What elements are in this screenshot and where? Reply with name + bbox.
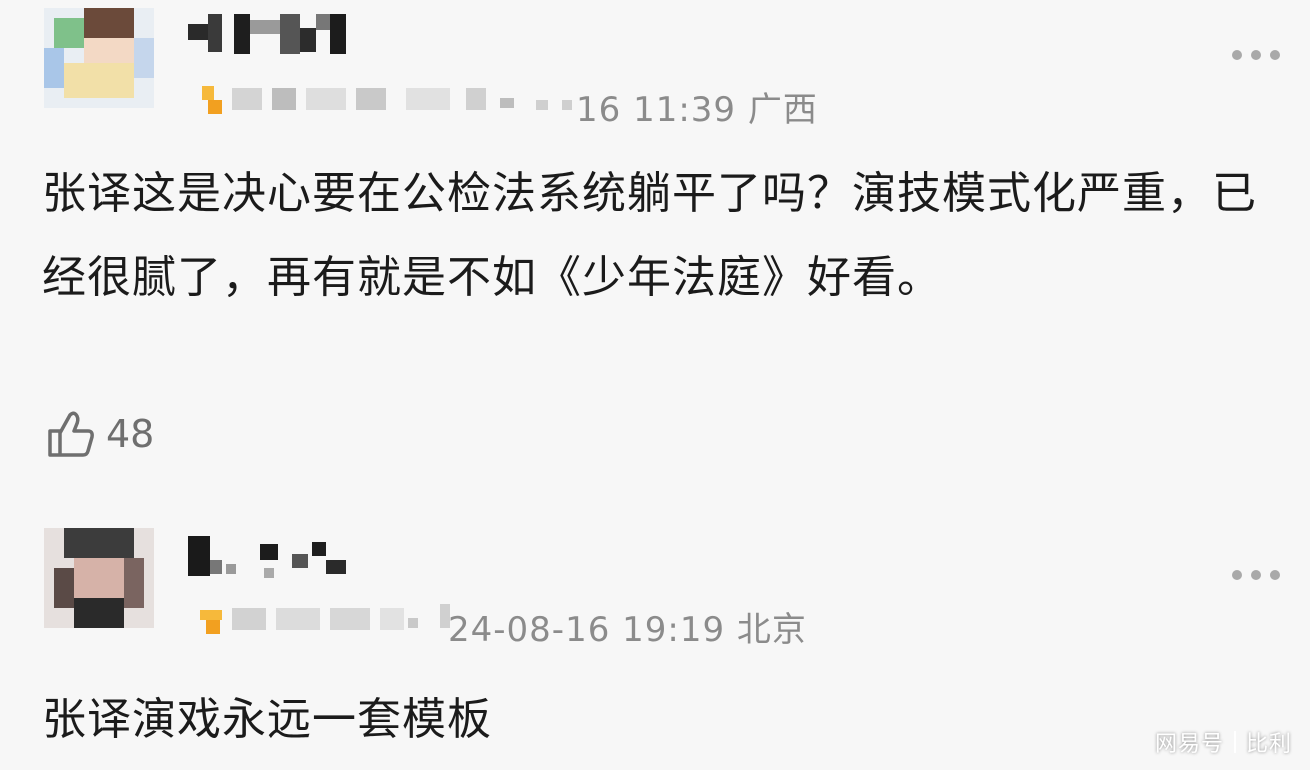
level-badge-icon: [200, 86, 222, 114]
comment-meta: 24-08-16 19:19 北京: [196, 598, 896, 650]
comment-item: 24-08-16 19:19 北京 张译演戏永远一套模板: [0, 520, 1310, 770]
like-button[interactable]: 48: [44, 404, 154, 464]
watermark-platform: 网易号: [1154, 732, 1224, 757]
level-badge-icon: [200, 606, 222, 634]
comment-meta: 16 11:39 广西: [196, 78, 896, 130]
comment-timestamp: 24-08-16 19:19 北京: [448, 610, 807, 650]
comment-item: 16 11:39 广西 张译这是决心要在公检法系统躺平了吗？演技模式化严重，已经…: [0, 0, 1310, 500]
comment-page: 16 11:39 广西 张译这是决心要在公检法系统躺平了吗？演技模式化严重，已经…: [0, 0, 1310, 770]
more-dots-icon: [1232, 570, 1242, 580]
thumbs-up-icon: [48, 411, 94, 457]
like-count: 48: [106, 412, 155, 456]
comment-text: 张译这是决心要在公检法系统躺平了吗？演技模式化严重，已经很腻了，再有就是不如《少…: [42, 168, 1257, 303]
username[interactable]: [188, 530, 368, 578]
more-options-button[interactable]: [1232, 570, 1280, 580]
username[interactable]: [188, 10, 368, 56]
comment-timestamp: 16 11:39 广西: [576, 90, 818, 130]
watermark-author: 比利: [1245, 732, 1292, 757]
source-watermark: 网易号 比利: [1155, 726, 1292, 758]
more-dots-icon: [1232, 50, 1242, 60]
avatar[interactable]: [44, 8, 154, 108]
more-options-button[interactable]: [1232, 50, 1280, 60]
comment-text: 张译演戏永远一套模板: [42, 694, 492, 745]
watermark-divider: [1233, 731, 1236, 753]
avatar[interactable]: [44, 528, 154, 628]
